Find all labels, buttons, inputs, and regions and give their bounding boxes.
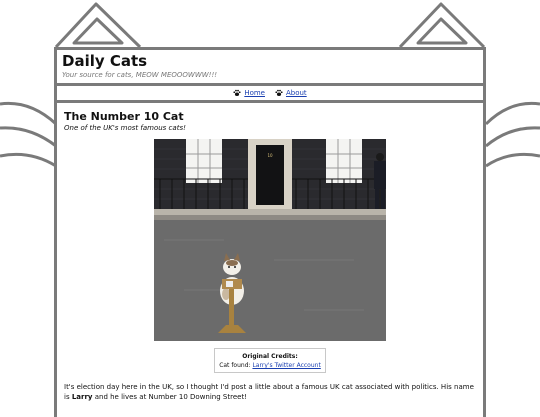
nav-item-home[interactable]: Home [233,89,265,97]
left-whisker-2 [0,126,57,148]
left-whisker-1 [0,101,58,126]
nav-link-about[interactable]: About [286,89,307,97]
larry-cat-photo: 10 [154,139,386,341]
credits-prefix: Cat found: [219,362,251,369]
credits-box: Original Credits: Cat found: Larry's Twi… [214,348,326,373]
page-frame: Daily Cats Your source for cats, MEOW ME… [54,47,486,417]
cat-name: Larry [71,393,93,401]
site-header: Daily Cats Your source for cats, MEOW ME… [57,50,483,86]
nav-item-about[interactable]: About [275,89,307,97]
post-content: The Number 10 Cat One of the UK's most f… [57,103,483,402]
post-title: The Number 10 Cat [64,110,184,123]
paw-icon [275,89,283,97]
left-ear-inner [72,17,124,45]
credits-twitter-link[interactable]: Larry's Twitter Account [252,362,320,369]
post-subtitle: One of the UK's most famous cats! [64,124,186,132]
right-whisker-2 [485,126,540,148]
nav-link-home[interactable]: Home [244,89,265,97]
right-whisker-1 [484,101,540,126]
left-whisker-3 [0,152,57,168]
left-ear [54,2,142,49]
site-tagline: Your source for cats, MEOW MEOOOWWW!!! [62,71,218,79]
right-whisker-3 [485,152,540,168]
credits-line: Cat found: Larry's Twitter Account [217,361,323,370]
main-nav: Home About [57,86,483,103]
post-body: It's election day here in the UK, so I t… [64,382,476,402]
paw-icon [233,89,241,97]
post-body-end: and he lives at Number 10 Downing Street… [94,393,247,401]
svg-text:10: 10 [267,153,273,158]
right-ear [398,2,486,49]
right-ear-inner [416,17,468,45]
credits-heading: Original Credits: [242,353,298,360]
site-title: Daily Cats [62,52,148,70]
